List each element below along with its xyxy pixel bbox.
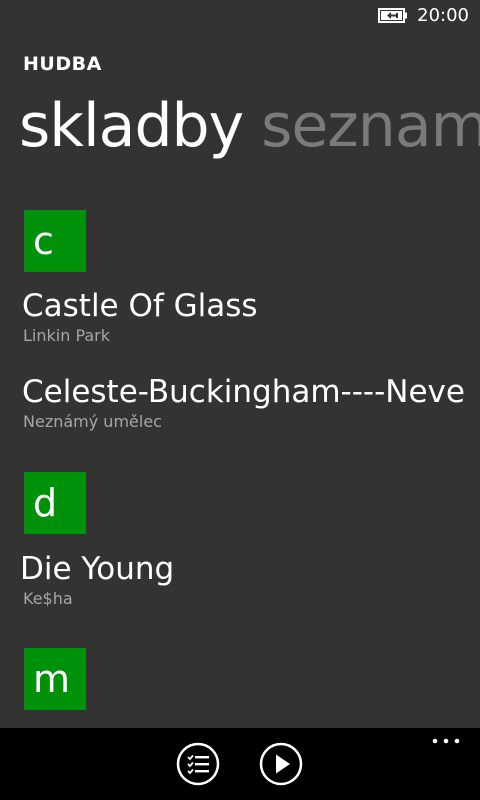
play-icon[interactable] xyxy=(259,742,303,786)
music-app-screen: 20:00 HUDBA skladby seznam c Castle Of Gl… xyxy=(0,0,480,800)
playlist-icon[interactable] xyxy=(176,742,220,786)
song-title: Celeste-Buckingham----Neve xyxy=(22,374,465,410)
song-title: Castle Of Glass xyxy=(22,288,258,324)
song-artist: Linkin Park xyxy=(23,326,111,345)
song-list: c Castle Of Glass Linkin Park Celeste-Bu… xyxy=(0,0,480,728)
song-artist: Neznámý umělec xyxy=(23,412,162,431)
group-header-c[interactable]: c xyxy=(24,210,86,272)
song-title: Die Young xyxy=(20,551,175,587)
group-header-d[interactable]: d xyxy=(24,472,86,534)
group-header-m[interactable]: m xyxy=(24,648,86,710)
more-dots-icon[interactable] xyxy=(432,734,460,748)
list-item[interactable]: Celeste-Buckingham----Neve Neznámý uměle… xyxy=(22,372,480,432)
list-item[interactable]: Castle Of Glass Linkin Park xyxy=(22,286,480,346)
app-bar xyxy=(0,728,480,800)
song-artist: Ke$ha xyxy=(23,589,73,608)
list-item[interactable]: Die Young Ke$ha xyxy=(20,549,480,609)
